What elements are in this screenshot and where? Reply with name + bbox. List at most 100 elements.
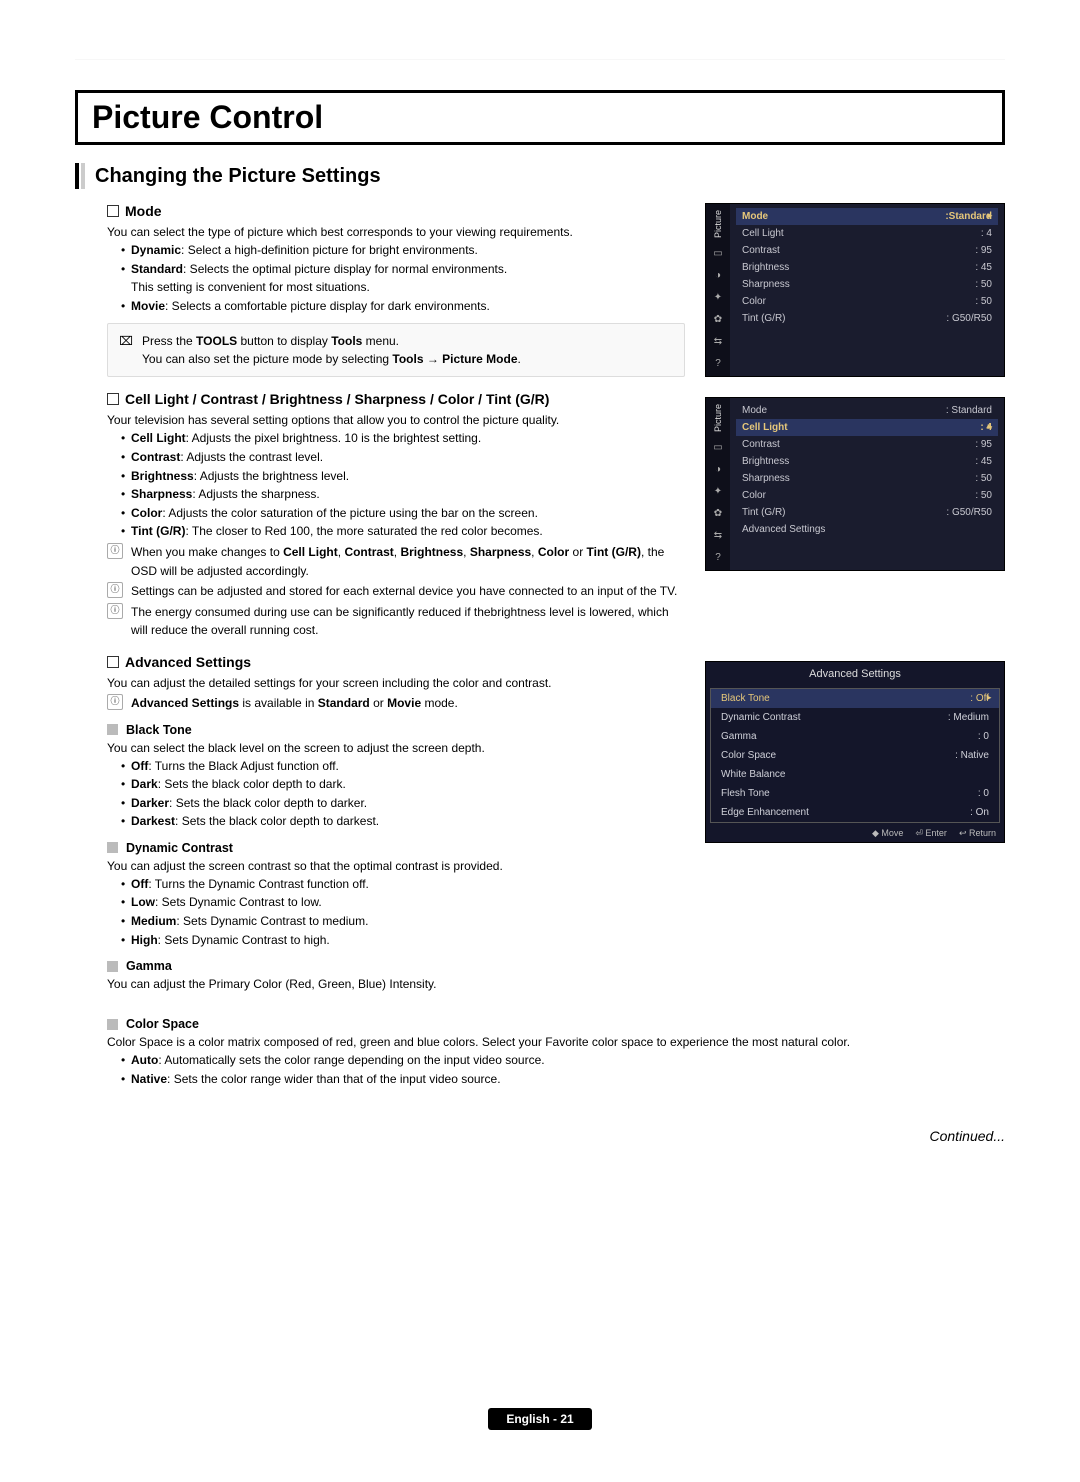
enter-hint: ⏎ Enter bbox=[915, 828, 947, 839]
subtitle: Changing the Picture Settings bbox=[95, 165, 381, 188]
setup-icon: ✿ bbox=[711, 312, 725, 326]
input-icon: ⇆ bbox=[711, 528, 725, 542]
move-hint: ◆ Move bbox=[872, 828, 903, 839]
page-ghost-header bbox=[75, 26, 1005, 60]
subbullet-icon bbox=[107, 1019, 118, 1030]
section-cell-light: Cell Light / Contrast / Brightness / Sha… bbox=[107, 391, 685, 640]
cl-intro: Your television has several setting opti… bbox=[107, 411, 685, 429]
osd-row: Tint (G/R): G50/R50 bbox=[736, 504, 998, 521]
info-icon: ⓘ bbox=[107, 582, 123, 598]
cl-note-3: ⓘThe energy consumed during use can be s… bbox=[107, 603, 685, 640]
sub-dynamic-contrast: Dynamic Contrast bbox=[107, 841, 685, 855]
osd-row: Contrast: 95 bbox=[736, 242, 998, 259]
cl-brightness: Brightness: Adjusts the brightness level… bbox=[121, 467, 685, 486]
mode-standard: Standard: Selects the optimal picture di… bbox=[121, 260, 685, 297]
cl-contrast: Contrast: Adjusts the contrast level. bbox=[121, 448, 685, 467]
dc-off: Off: Turns the Dynamic Contrast function… bbox=[121, 875, 685, 894]
sub-color-space: Color Space bbox=[107, 1017, 1005, 1031]
info-icon: ⓘ bbox=[107, 694, 123, 710]
osd-sidebar: Picture ▭ ◑ ✦ ✿ ⇆ ? bbox=[706, 204, 730, 376]
osd-advanced-settings: Advanced Settings Black Tone: OffDynamic… bbox=[705, 661, 1005, 843]
osd-row: White Balance bbox=[711, 765, 999, 784]
cl-color: Color: Adjusts the color saturation of t… bbox=[121, 504, 685, 523]
page-title: Picture Control bbox=[92, 99, 988, 136]
subbullet-icon bbox=[107, 842, 118, 853]
osd-row: Cell Light: 4 bbox=[736, 419, 998, 436]
tv-icon: ▭ bbox=[711, 246, 725, 260]
input-icon: ⇆ bbox=[711, 334, 725, 348]
mode-tools-note: ⌧ Press the TOOLS button to display Tool… bbox=[107, 323, 685, 377]
osd-row: Sharpness: 50 bbox=[736, 470, 998, 487]
osd-row: Brightness: 45 bbox=[736, 259, 998, 276]
subtitle-bars-icon bbox=[75, 163, 85, 189]
subbullet-icon bbox=[107, 961, 118, 972]
osd-row: Dynamic Contrast: Medium bbox=[711, 708, 999, 727]
channel-icon: ✦ bbox=[711, 290, 725, 304]
osd-row: Color: 50 bbox=[736, 487, 998, 504]
bullet-icon bbox=[107, 205, 119, 217]
osd-row: Tint (G/R): G50/R50 bbox=[736, 310, 998, 327]
mode-heading: Mode bbox=[125, 203, 162, 219]
page-title-box: Picture Control bbox=[75, 90, 1005, 145]
adv-heading: Advanced Settings bbox=[125, 654, 251, 670]
osd-picture-celllight: Picture ▭ ◑ ✦ ✿ ⇆ ? Mode: StandardCell L… bbox=[705, 397, 1005, 571]
osd-row: Mode: Standard bbox=[736, 402, 998, 419]
sound-icon: ◑ bbox=[711, 462, 725, 476]
bt-darkest: Darkest: Sets the black color depth to d… bbox=[121, 812, 685, 831]
subbullet-icon bbox=[107, 724, 118, 735]
sound-icon: ◑ bbox=[711, 268, 725, 282]
support-icon: ? bbox=[711, 550, 725, 564]
return-hint: ↩ Return bbox=[959, 828, 996, 839]
cs-native: Native: Sets the color range wider than … bbox=[121, 1070, 1005, 1089]
page-number: English - 21 bbox=[488, 1408, 591, 1430]
osd-row: Edge Enhancement: On bbox=[711, 803, 999, 822]
continued-label: Continued... bbox=[75, 1128, 1005, 1144]
page-footer: English - 21 bbox=[0, 1408, 1080, 1430]
tools-icon: ⌧ bbox=[118, 332, 134, 350]
cl-sharpness: Sharpness: Adjusts the sharpness. bbox=[121, 485, 685, 504]
section-advanced: Advanced Settings You can adjust the det… bbox=[107, 654, 685, 993]
osd-row: Flesh Tone: 0 bbox=[711, 784, 999, 803]
cs-auto: Auto: Automatically sets the color range… bbox=[121, 1051, 1005, 1070]
channel-icon: ✦ bbox=[711, 484, 725, 498]
osd-row: Color Space: Native bbox=[711, 746, 999, 765]
cl-heading: Cell Light / Contrast / Brightness / Sha… bbox=[125, 391, 549, 407]
dc-low: Low: Sets Dynamic Contrast to low. bbox=[121, 893, 685, 912]
cl-note-2: ⓘSettings can be adjusted and stored for… bbox=[107, 582, 685, 601]
info-icon: ⓘ bbox=[107, 603, 123, 619]
section-color-space: Color Space Color Space is a color matri… bbox=[107, 1017, 1005, 1088]
section-mode: Mode You can select the type of picture … bbox=[107, 203, 685, 377]
bullet-icon bbox=[107, 656, 119, 668]
adv-intro: You can adjust the detailed settings for… bbox=[107, 674, 685, 692]
osd-row: Sharpness: 50 bbox=[736, 276, 998, 293]
osd-row: Advanced Settings bbox=[736, 521, 998, 538]
sub-black-tone: Black Tone bbox=[107, 723, 685, 737]
osd-row: Mode:Standard bbox=[736, 208, 998, 225]
bullet-icon bbox=[107, 393, 119, 405]
osd-row: Gamma: 0 bbox=[711, 727, 999, 746]
osd-row: Black Tone: Off bbox=[711, 689, 999, 708]
osd-picture-mode: Picture ▭ ◑ ✦ ✿ ⇆ ? Mode:StandardCell Li… bbox=[705, 203, 1005, 377]
bt-off: Off: Turns the Black Adjust function off… bbox=[121, 757, 685, 776]
dc-medium: Medium: Sets Dynamic Contrast to medium. bbox=[121, 912, 685, 931]
adv-note: ⓘ Advanced Settings is available in Stan… bbox=[107, 694, 685, 713]
subtitle-row: Changing the Picture Settings bbox=[75, 163, 1005, 189]
osd-row: Cell Light: 4 bbox=[736, 225, 998, 242]
support-icon: ? bbox=[711, 356, 725, 370]
osd-row: Color: 50 bbox=[736, 293, 998, 310]
setup-icon: ✿ bbox=[711, 506, 725, 520]
osd-row: Brightness: 45 bbox=[736, 453, 998, 470]
info-icon: ⓘ bbox=[107, 543, 123, 559]
cl-note-1: ⓘ When you make changes to Cell Light, C… bbox=[107, 543, 685, 580]
tv-icon: ▭ bbox=[711, 440, 725, 454]
mode-movie: Movie: Selects a comfortable picture dis… bbox=[121, 297, 685, 316]
bt-dark: Dark: Sets the black color depth to dark… bbox=[121, 775, 685, 794]
cl-celllight: Cell Light: Adjusts the pixel brightness… bbox=[121, 429, 685, 448]
mode-intro: You can select the type of picture which… bbox=[107, 223, 685, 241]
osd-row: Contrast: 95 bbox=[736, 436, 998, 453]
bt-darker: Darker: Sets the black color depth to da… bbox=[121, 794, 685, 813]
osd-sidebar: Picture ▭ ◑ ✦ ✿ ⇆ ? bbox=[706, 398, 730, 570]
mode-dynamic: Dynamic: Select a high-definition pictur… bbox=[121, 241, 685, 260]
dc-high: High: Sets Dynamic Contrast to high. bbox=[121, 931, 685, 950]
cl-tint: Tint (G/R): The closer to Red 100, the m… bbox=[121, 522, 685, 541]
